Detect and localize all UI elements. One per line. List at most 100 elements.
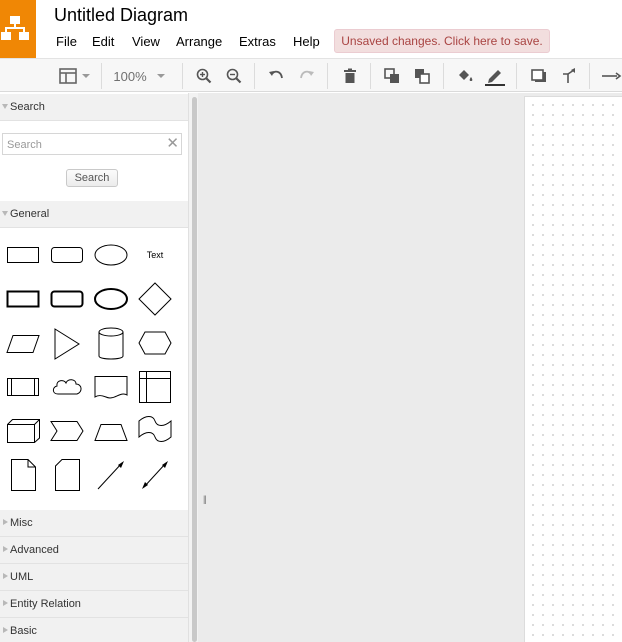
to-front-icon bbox=[384, 68, 399, 83]
search-box: ✕ bbox=[2, 133, 182, 155]
section-search-header[interactable]: Search bbox=[0, 94, 188, 121]
menu-edit[interactable]: Edit bbox=[92, 34, 114, 49]
clear-search-icon[interactable]: ✕ bbox=[166, 134, 179, 154]
shape-note[interactable] bbox=[4, 457, 42, 493]
shape-line[interactable] bbox=[92, 457, 130, 493]
shape-tape[interactable] bbox=[136, 415, 174, 447]
delete-icon bbox=[344, 68, 356, 83]
section-basic-title: Basic bbox=[10, 625, 37, 637]
redo-icon bbox=[300, 70, 314, 79]
line-color-button[interactable] bbox=[484, 65, 506, 87]
undo-icon bbox=[269, 70, 283, 79]
shape-step[interactable] bbox=[48, 417, 86, 445]
sidebar-scrollbar[interactable] bbox=[192, 97, 197, 642]
section-search-title: Search bbox=[10, 101, 45, 113]
menu-help[interactable]: Help bbox=[293, 34, 320, 49]
zoom-in-icon bbox=[196, 68, 212, 84]
toolbar-separator bbox=[516, 63, 517, 89]
toolbar-separator bbox=[327, 63, 328, 89]
zoom-out-button[interactable] bbox=[223, 65, 245, 87]
section-general-header[interactable]: General bbox=[0, 201, 188, 228]
view-panel-icon bbox=[59, 68, 90, 84]
zoom-level: 100% bbox=[113, 68, 147, 84]
shapes-sidebar: Search ✕ Search General Text bbox=[0, 93, 188, 642]
toolbar-separator bbox=[589, 63, 590, 89]
shape-document[interactable] bbox=[92, 371, 130, 403]
section-advanced-title: Advanced bbox=[10, 544, 59, 556]
section-uml-header[interactable]: UML bbox=[0, 564, 188, 591]
to-front-button[interactable] bbox=[381, 65, 403, 87]
shape-diamond[interactable] bbox=[136, 281, 174, 317]
waypoint-icon bbox=[563, 68, 575, 83]
toolbar-separator bbox=[370, 63, 371, 89]
menu-extras[interactable]: Extras bbox=[239, 34, 276, 49]
drawio-logo[interactable] bbox=[0, 0, 36, 58]
toolbar: 100% bbox=[0, 58, 622, 92]
to-back-icon bbox=[415, 69, 430, 84]
section-general-title: General bbox=[10, 208, 50, 220]
shape-rectangle-bold[interactable] bbox=[4, 285, 42, 313]
shadow-icon bbox=[531, 69, 546, 82]
shape-rounded-rectangle-bold[interactable] bbox=[48, 285, 86, 313]
expanded-triangle-icon bbox=[2, 104, 8, 109]
menu-file[interactable]: File bbox=[56, 34, 77, 49]
shape-rectangle[interactable] bbox=[4, 241, 42, 269]
shadow-button[interactable] bbox=[528, 65, 550, 87]
fill-color-button[interactable] bbox=[454, 65, 476, 87]
shape-cylinder[interactable] bbox=[92, 325, 130, 363]
shape-internal-storage[interactable] bbox=[136, 369, 174, 405]
drawio-app: Untitled Diagram File Edit View Arrange … bbox=[0, 0, 622, 642]
line-color-icon bbox=[485, 70, 505, 86]
waypoint-button[interactable] bbox=[558, 65, 580, 87]
diagram-page[interactable] bbox=[524, 96, 622, 642]
shape-process[interactable] bbox=[4, 373, 42, 401]
section-basic-header[interactable]: Basic bbox=[0, 618, 188, 642]
shape-hexagon[interactable] bbox=[136, 329, 174, 357]
toolbar-separator bbox=[101, 63, 102, 89]
drawio-logo-icon bbox=[1, 16, 29, 40]
search-button[interactable]: Search bbox=[66, 169, 118, 187]
shape-text[interactable]: Text bbox=[136, 241, 174, 269]
collapsed-triangle-icon bbox=[3, 519, 8, 525]
shape-bidirectional-arrow[interactable] bbox=[136, 457, 174, 493]
shape-cloud[interactable] bbox=[48, 373, 86, 401]
zoom-in-button[interactable] bbox=[193, 65, 215, 87]
shape-ellipse-bold[interactable] bbox=[92, 285, 130, 313]
menu-view[interactable]: View bbox=[132, 34, 160, 49]
fill-color-icon bbox=[459, 70, 473, 81]
section-advanced-header[interactable]: Advanced bbox=[0, 537, 188, 564]
diagram-title[interactable]: Untitled Diagram bbox=[54, 5, 188, 26]
undo-button[interactable] bbox=[265, 65, 287, 87]
shape-trapezoid[interactable] bbox=[92, 417, 130, 445]
toolbar-separator bbox=[443, 63, 444, 89]
to-back-button[interactable] bbox=[411, 65, 433, 87]
section-misc-title: Misc bbox=[10, 517, 33, 529]
toolbar-separator bbox=[254, 63, 255, 89]
shape-parallelogram[interactable] bbox=[4, 329, 42, 357]
section-entity-relation-header[interactable]: Entity Relation bbox=[0, 591, 188, 618]
shape-cube[interactable] bbox=[4, 417, 42, 445]
connection-arrow-icon bbox=[602, 72, 622, 80]
chevron-down-icon bbox=[156, 74, 165, 78]
section-uml-title: UML bbox=[10, 571, 34, 583]
shape-triangle[interactable] bbox=[48, 327, 86, 361]
view-panel-button[interactable] bbox=[54, 65, 94, 87]
collapsed-triangle-icon bbox=[3, 573, 8, 579]
section-misc-header[interactable]: Misc bbox=[0, 510, 188, 537]
unsaved-changes-notice[interactable]: Unsaved changes. Click here to save. bbox=[334, 29, 550, 53]
menu-arrange[interactable]: Arrange bbox=[176, 34, 222, 49]
zoom-dropdown[interactable]: 100% bbox=[110, 65, 172, 87]
expanded-triangle-icon bbox=[2, 211, 8, 216]
connection-arrow-button[interactable] bbox=[600, 65, 622, 87]
collapsed-triangle-icon bbox=[3, 627, 8, 633]
toolbar-separator bbox=[182, 63, 183, 89]
search-input[interactable] bbox=[7, 137, 157, 152]
shape-card[interactable] bbox=[48, 457, 86, 493]
collapsed-triangle-icon bbox=[3, 600, 8, 606]
redo-button[interactable] bbox=[296, 65, 318, 87]
shape-ellipse[interactable] bbox=[92, 241, 130, 269]
splitter-handle[interactable]: || bbox=[203, 494, 207, 504]
collapsed-triangle-icon bbox=[3, 546, 8, 552]
delete-button[interactable] bbox=[339, 65, 361, 87]
shape-rounded-rectangle[interactable] bbox=[48, 241, 86, 269]
